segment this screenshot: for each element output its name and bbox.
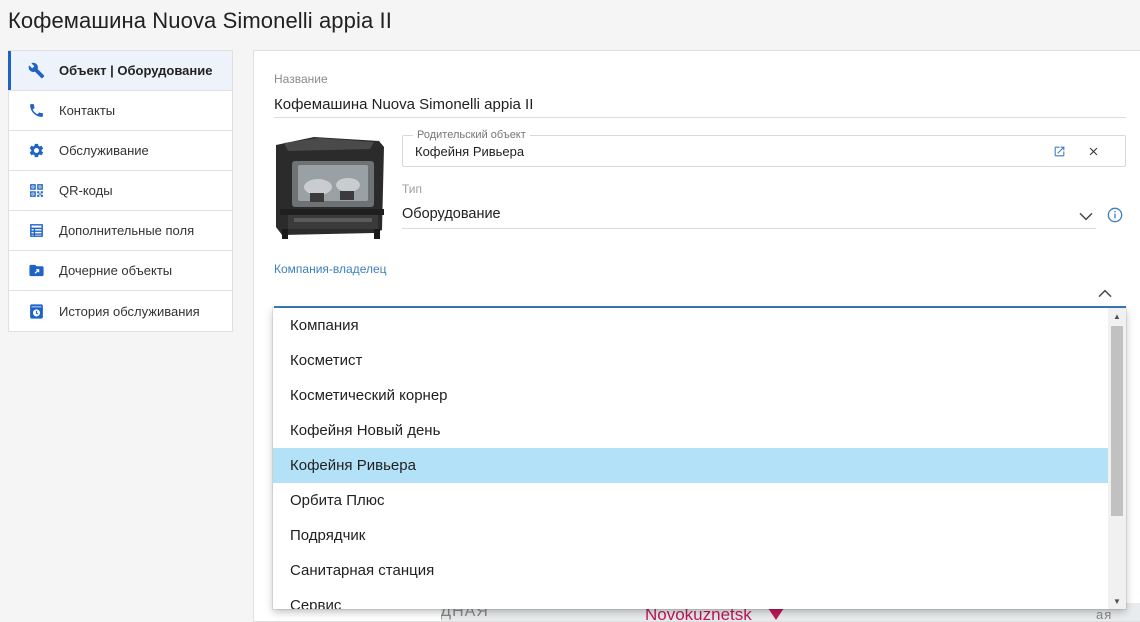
- sidebar-item-object[interactable]: Объект | Оборудование: [8, 51, 232, 91]
- dropdown-option[interactable]: Орбита Плюс: [273, 483, 1108, 518]
- open-external-icon[interactable]: [1051, 143, 1067, 159]
- name-underline: [274, 117, 1126, 118]
- sidebar-item-label: Объект | Оборудование: [59, 63, 213, 78]
- sidebar-item-label: Дочерние объекты: [59, 263, 173, 278]
- sidebar-item-label: Контакты: [59, 103, 116, 118]
- name-field[interactable]: Кофемашина Nuova Simonelli appia II: [274, 96, 533, 113]
- type-select[interactable]: Оборудование: [402, 206, 501, 222]
- sidebar-item-label: История обслуживания: [59, 303, 200, 319]
- wrench-icon: [27, 62, 45, 80]
- owner-company-label: Компания-владелец: [274, 262, 387, 276]
- scroll-down-arrow-icon[interactable]: ▼: [1108, 593, 1126, 609]
- sidebar-item-label: QR-коды: [59, 183, 113, 198]
- type-label: Тип: [402, 182, 423, 196]
- dropdown-option-selected[interactable]: Кофейня Ривьера: [273, 448, 1108, 483]
- phone-icon: [27, 102, 45, 120]
- dropdown-option[interactable]: Кофейня Новый день: [273, 413, 1108, 448]
- gear-icon: [27, 142, 45, 160]
- dropdown-option[interactable]: Санитарная станция: [273, 553, 1108, 588]
- scroll-up-arrow-icon[interactable]: ▲: [1108, 308, 1126, 324]
- dropdown-option[interactable]: Косметический корнер: [273, 378, 1108, 413]
- owner-company-dropdown: Компания Косметист Косметический корнер …: [273, 308, 1126, 609]
- sidebar-item-service-history[interactable]: История обслуживания: [9, 291, 232, 331]
- sidebar-item-label: Дополнительные поля: [59, 223, 195, 238]
- clear-icon[interactable]: [1085, 143, 1101, 159]
- sidebar-item-label: Обслуживание: [59, 143, 149, 158]
- folder-icon: [27, 262, 45, 280]
- sidebar-item-contacts[interactable]: Контакты: [9, 91, 232, 131]
- object-photo[interactable]: [274, 135, 387, 245]
- sidebar: Объект | Оборудование Контакты Обслужива…: [8, 50, 233, 332]
- history-icon: [27, 302, 45, 320]
- chevron-down-icon[interactable]: [1077, 207, 1095, 225]
- parent-object-field[interactable]: Родительский объект Кофейня Ривьера: [402, 129, 1126, 167]
- info-icon[interactable]: [1106, 206, 1124, 224]
- sidebar-item-qr-codes[interactable]: QR-коды: [9, 171, 232, 211]
- dropdown-option[interactable]: Косметист: [273, 343, 1108, 378]
- map-side-label: ая: [1096, 607, 1113, 622]
- type-underline: [402, 228, 1096, 229]
- list-icon: [27, 222, 45, 240]
- sidebar-item-child-objects[interactable]: Дочерние объекты: [9, 251, 232, 291]
- page-title: Кофемашина Nuova Simonelli appia II: [8, 8, 392, 33]
- dropdown-scrollbar[interactable]: ▲ ▼: [1108, 308, 1126, 609]
- sidebar-item-service[interactable]: Обслуживание: [9, 131, 232, 171]
- name-label: Название: [274, 72, 328, 86]
- sidebar-item-extra-fields[interactable]: Дополнительные поля: [9, 211, 232, 251]
- dropdown-option[interactable]: Подрядчик: [273, 518, 1108, 553]
- dropdown-option[interactable]: Компания: [273, 308, 1108, 343]
- scroll-thumb[interactable]: [1111, 326, 1123, 516]
- parent-object-value: Кофейня Ривьера: [415, 144, 525, 159]
- map-pin-icon: [768, 608, 784, 620]
- qr-code-icon: [27, 182, 45, 200]
- chevron-up-icon[interactable]: [1096, 285, 1114, 303]
- dropdown-option[interactable]: Сервис: [273, 588, 1108, 609]
- parent-object-label: Родительский объект: [413, 129, 530, 141]
